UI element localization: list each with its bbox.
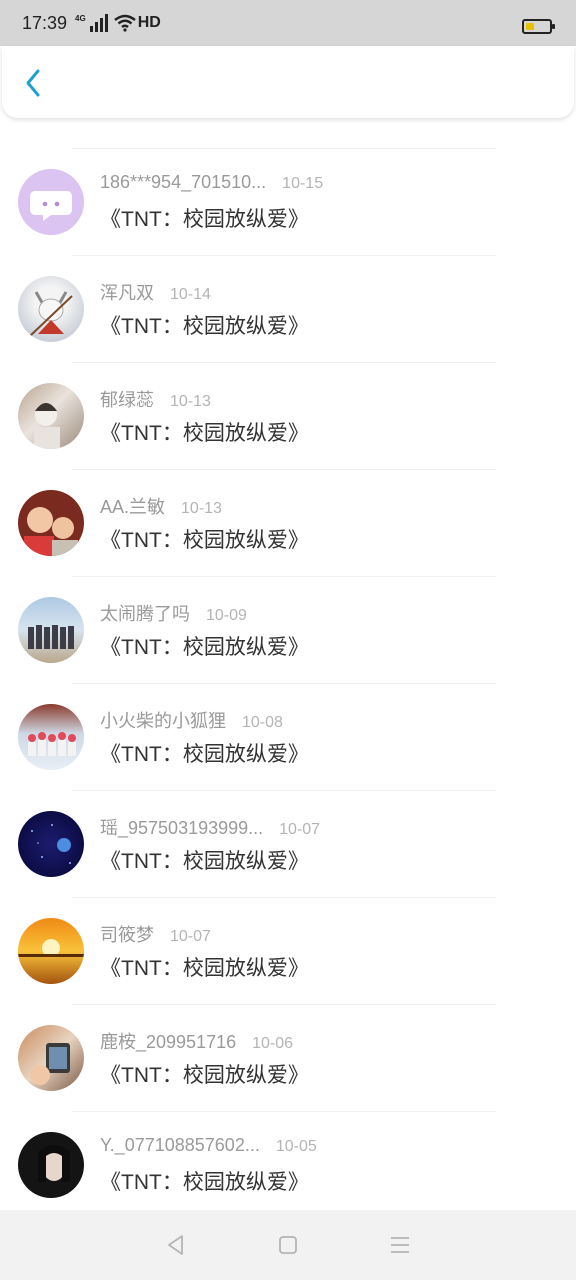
date: 10-15 [282,175,324,192]
username: 瑶_957503193999... [100,818,264,838]
list-item[interactable]: 186***954_701510... 10-15 《TNT：校园放纵爱》 [0,149,576,256]
book-title: 《TNT：校园放纵爱》 [100,422,309,445]
chat-bubble-icon [30,191,72,221]
date: 10-06 [252,1035,294,1052]
avatar[interactable] [18,918,84,984]
book-title: 《TNT：校园放纵爱》 [100,315,309,338]
status-bar: 17:39 4G HD [0,0,576,46]
book-title: 《TNT：校园放纵爱》 [100,957,309,980]
avatar[interactable] [18,704,84,770]
list-item[interactable]: 浑凡双 10-14 《TNT：校园放纵爱》 [0,256,576,363]
book-title: 《TNT：校园放纵爱》 [100,850,309,873]
network-type: 4G [75,14,86,23]
username: AA.兰敏 [100,497,166,517]
username: 鹿桉_209951716 [100,1032,237,1052]
date: 10-07 [170,928,211,945]
date: 10-14 [170,286,211,303]
back-button[interactable] [16,66,50,100]
list-item[interactable]: 小火柴的小狐狸 10-08 《TNT：校园放纵爱》 [0,684,576,791]
username: 太闹腾了吗 [100,604,190,624]
date: 10-05 [275,1138,317,1155]
book-title: 《TNT：校园放纵爱》 [100,529,309,552]
avatar[interactable] [18,597,84,663]
triangle-back-icon [168,1235,183,1255]
square-home-icon [279,1236,297,1254]
nav-home-button[interactable] [273,1230,303,1260]
chevron-left-icon [26,69,40,97]
date: 10-13 [170,393,211,410]
username: 司筱梦 [100,925,154,945]
list-item[interactable]: 瑶_957503193999... 10-07 《TNT：校园放纵爱》 [0,791,576,898]
book-title: 《TNT：校园放纵爱》 [100,743,309,766]
book-title: 《TNT：校园放纵爱》 [100,1171,309,1194]
book-title: 《TNT：校园放纵爱》 [100,208,309,231]
username: 郁绿蕊 [100,390,154,410]
nav-back-button[interactable] [161,1230,191,1260]
menu-icon [391,1237,409,1253]
top-bar [2,46,574,118]
avatar[interactable] [18,811,84,877]
status-time: 17:39 [22,12,68,33]
list-item[interactable]: Y._077108857602... 10-05 《TNT：校园放纵爱》 [0,1112,576,1210]
username: 小火柴的小狐狸 [100,711,226,731]
date: 10-13 [181,500,222,517]
list-item[interactable]: 鹿桉_209951716 10-06 《TNT：校园放纵爱》 [0,1005,576,1112]
username: 186***954_701510... [100,172,267,192]
list-item[interactable]: 太闹腾了吗 10-09 《TNT：校园放纵爱》 [0,577,576,684]
avatar[interactable] [18,383,84,449]
avatar[interactable] [18,276,84,342]
list-item[interactable]: 司筱梦 10-07 《TNT：校园放纵爱》 [0,898,576,1005]
system-nav-bar [0,1210,576,1280]
signal-icon: 4G [75,14,108,32]
date: 10-09 [206,607,247,624]
username: Y._077108857602... [100,1135,260,1155]
book-title: 《TNT：校园放纵爱》 [100,636,309,659]
message-list[interactable]: 186***954_701510... 10-15 《TNT：校园放纵爱》 浑凡双… [0,46,576,1210]
list-item[interactable]: AA.兰敏 10-13 《TNT：校园放纵爱》 [0,470,576,577]
nav-menu-button[interactable] [385,1230,415,1260]
list-item[interactable]: 郁绿蕊 10-13 《TNT：校园放纵爱》 [0,363,576,470]
avatar[interactable] [18,1025,84,1091]
username: 浑凡双 [100,283,154,303]
date: 10-07 [279,821,321,838]
avatar[interactable] [18,1132,84,1198]
avatar[interactable] [18,490,84,556]
hd-indicator: HD [137,14,161,31]
date: 10-08 [242,714,283,731]
wifi-icon [113,14,136,32]
book-title: 《TNT：校园放纵爱》 [100,1064,309,1087]
battery-icon [522,19,555,34]
avatar[interactable] [18,169,84,235]
